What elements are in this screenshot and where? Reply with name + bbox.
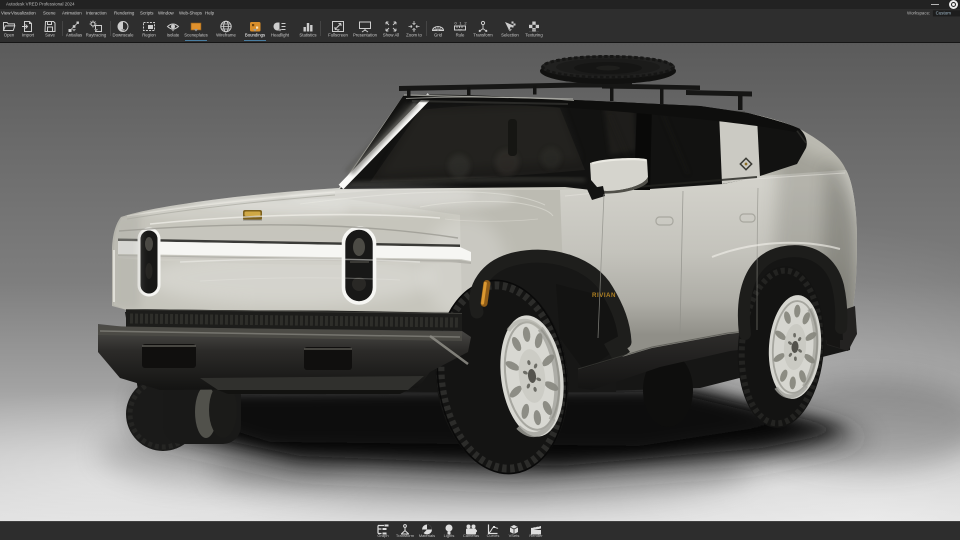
svg-text:RIVIAN: RIVIAN (592, 292, 616, 299)
